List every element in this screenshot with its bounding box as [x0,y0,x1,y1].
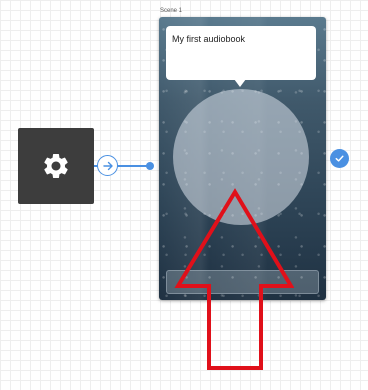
bubble-text: My first audiobook [172,34,246,44]
gear-icon [44,154,68,178]
arrow-right-icon [102,161,113,170]
connector-handle[interactable] [146,162,154,170]
complete-button[interactable] [330,149,349,168]
bubble-tail [234,79,246,87]
scene-label: Scene 1 [160,8,183,14]
speech-bubble[interactable]: My first audiobook [166,26,316,80]
arrow-up-icon [174,188,294,370]
connector-arrow-button[interactable] [97,155,118,176]
settings-node[interactable] [18,128,94,204]
check-icon [335,155,344,162]
